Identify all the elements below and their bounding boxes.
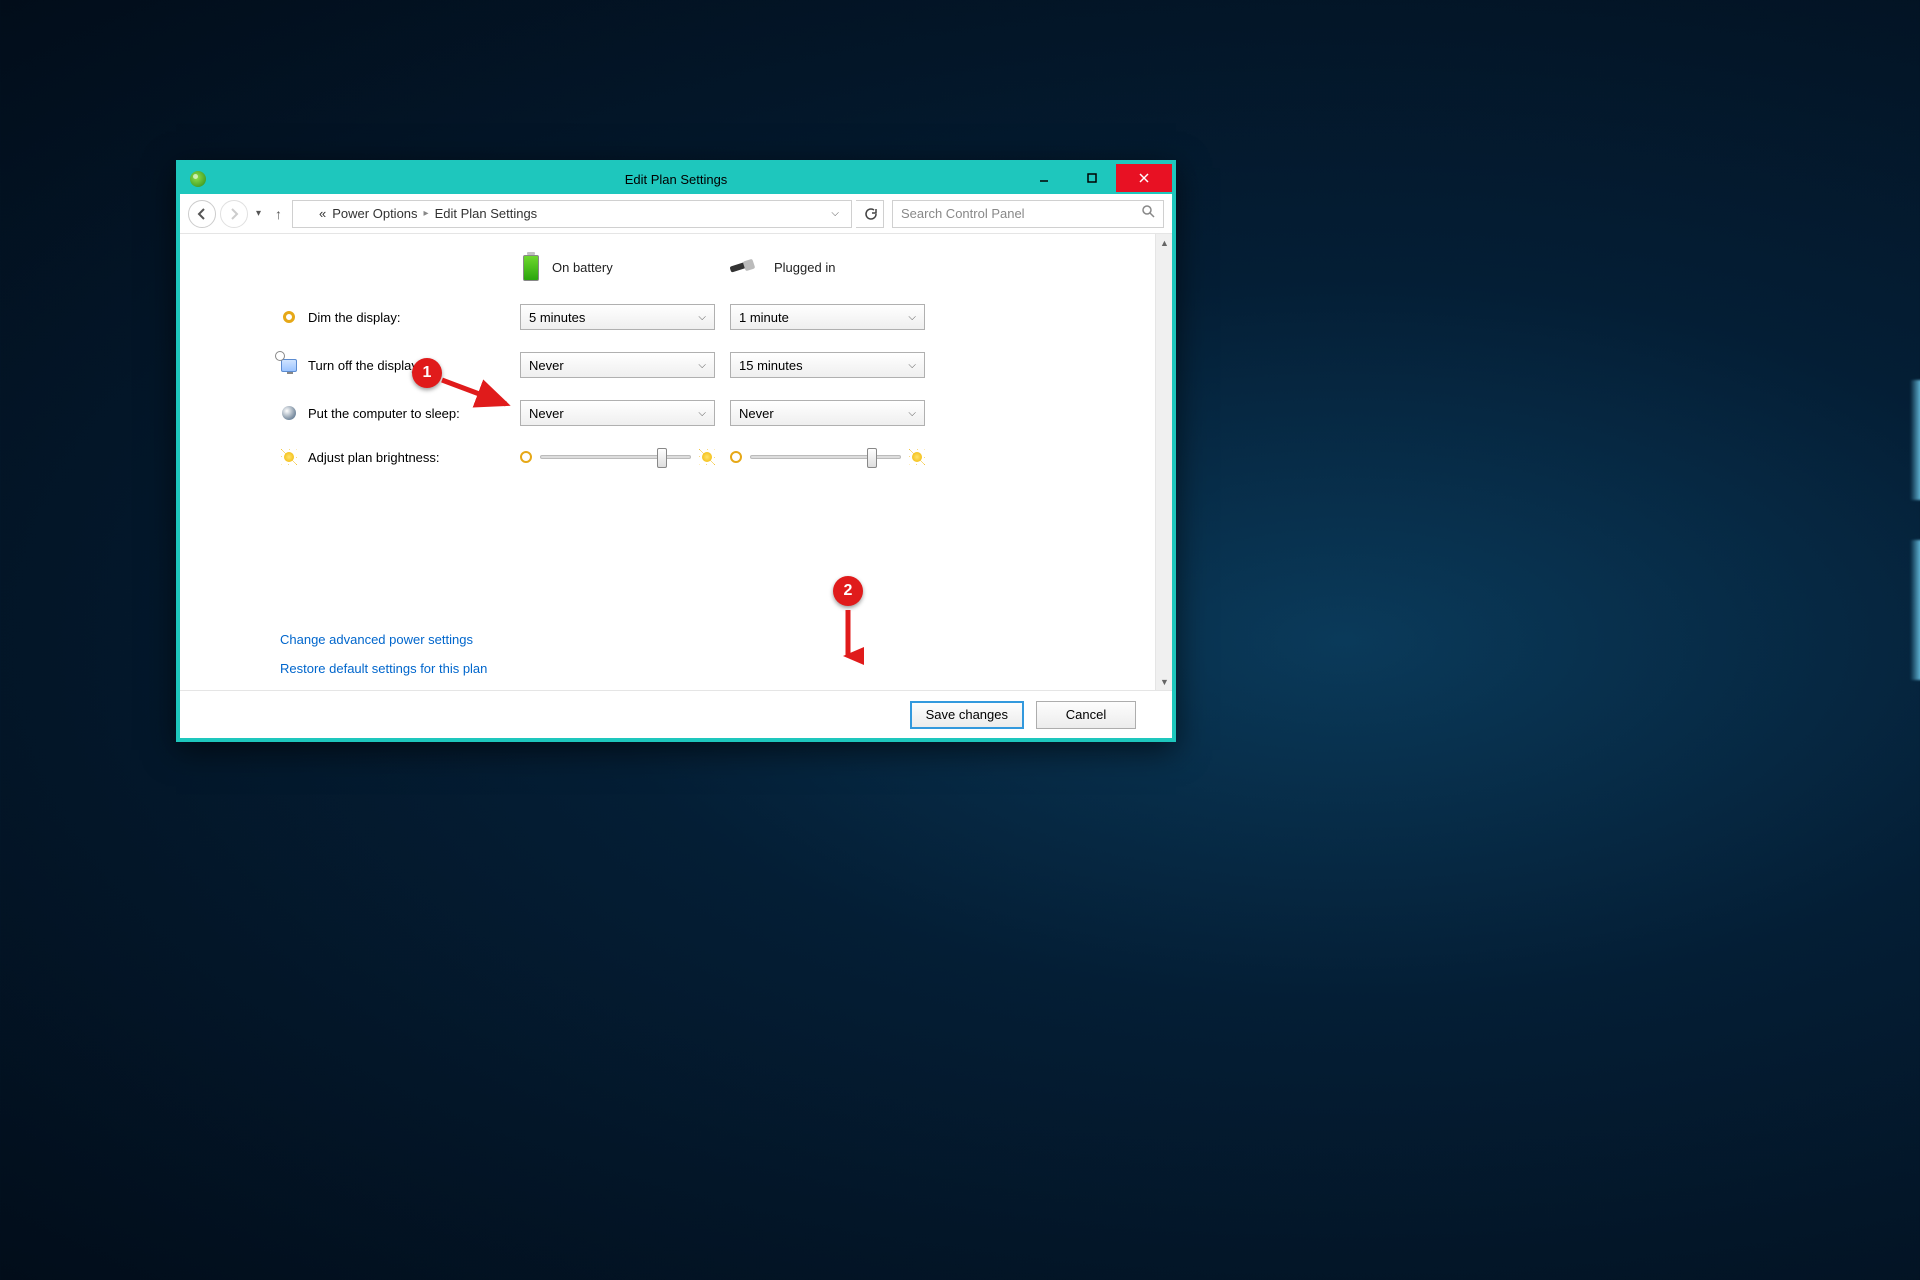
- history-dropdown-icon[interactable]: ▾: [252, 208, 265, 219]
- brightness-label: Adjust plan brightness:: [280, 448, 520, 466]
- vertical-scrollbar[interactable]: ▲ ▼: [1155, 234, 1172, 690]
- up-button[interactable]: ↑: [269, 206, 288, 222]
- edit-plan-settings-window: Edit Plan Settings ▾ ↑ « Power Options: [176, 160, 1176, 742]
- back-button[interactable]: [188, 200, 216, 228]
- chevron-down-icon: ⌵: [698, 408, 706, 419]
- breadcrumb-edit-plan[interactable]: Edit Plan Settings: [435, 206, 538, 221]
- minimize-button[interactable]: [1020, 164, 1068, 192]
- slider-thumb[interactable]: [867, 448, 877, 468]
- bg-light-streak: [1910, 540, 1920, 680]
- brightness-row: Adjust plan brightness:: [280, 448, 1142, 466]
- dim-icon: [280, 308, 298, 326]
- plugged-in-label: Plugged in: [774, 260, 835, 275]
- chevron-down-icon: ⌵: [698, 360, 706, 371]
- annotation-arrow-2: [840, 606, 864, 666]
- on-battery-label: On battery: [552, 260, 613, 275]
- breadcrumb-separator-icon: ▸: [424, 208, 429, 219]
- sleep-row: Put the computer to sleep: Never⌵ Never⌵: [280, 400, 1142, 426]
- dim-display-row: Dim the display: 5 minutes⌵ 1 minute⌵: [280, 304, 1142, 330]
- footer: Save changes Cancel: [180, 690, 1172, 738]
- annotation-badge-2: 2: [833, 576, 863, 606]
- restore-defaults-link[interactable]: Restore default settings for this plan: [280, 661, 487, 676]
- cancel-button[interactable]: Cancel: [1036, 701, 1136, 729]
- maximize-button[interactable]: [1068, 164, 1116, 192]
- sleep-battery-select[interactable]: Never⌵: [520, 400, 715, 426]
- dim-sun-icon: [520, 451, 532, 463]
- turnoff-battery-select[interactable]: Never⌵: [520, 352, 715, 378]
- search-icon: [1141, 204, 1155, 223]
- forward-button[interactable]: [220, 200, 248, 228]
- brightness-plugged-slider[interactable]: [730, 449, 925, 465]
- search-box[interactable]: [892, 200, 1164, 228]
- sun-icon: [280, 448, 298, 466]
- titlebar[interactable]: Edit Plan Settings: [180, 164, 1172, 194]
- turn-off-display-row: Turn off the display: Never⌵ 15 minutes⌵: [280, 352, 1142, 378]
- advanced-settings-link[interactable]: Change advanced power settings: [280, 632, 487, 647]
- location-icon: [299, 207, 313, 221]
- save-changes-button[interactable]: Save changes: [910, 701, 1024, 729]
- annotation-arrow-1: [436, 374, 516, 414]
- column-headers: On battery Plugged in: [280, 252, 1142, 282]
- bright-sun-icon: [909, 449, 925, 465]
- breadcrumb-prefix: «: [319, 206, 326, 221]
- close-button[interactable]: [1116, 164, 1172, 192]
- brightness-battery-slider[interactable]: [520, 449, 715, 465]
- plugged-in-header: Plugged in: [730, 258, 940, 276]
- on-battery-header: On battery: [520, 252, 730, 282]
- refresh-button[interactable]: [856, 200, 884, 228]
- plug-icon: [730, 258, 764, 276]
- turnoff-plugged-select[interactable]: 15 minutes⌵: [730, 352, 925, 378]
- slider-thumb[interactable]: [657, 448, 667, 468]
- dim-battery-select[interactable]: 5 minutes⌵: [520, 304, 715, 330]
- window-buttons: [1020, 164, 1172, 192]
- dim-display-label: Dim the display:: [280, 308, 520, 326]
- turn-off-display-label: Turn off the display:: [280, 356, 520, 374]
- scroll-down-icon[interactable]: ▼: [1156, 673, 1172, 690]
- bright-sun-icon: [699, 449, 715, 465]
- breadcrumb-power-options[interactable]: Power Options: [332, 206, 417, 221]
- slider-track[interactable]: [540, 455, 691, 459]
- search-input[interactable]: [901, 206, 1141, 221]
- address-bar[interactable]: « Power Options ▸ Edit Plan Settings ⌵: [292, 200, 852, 228]
- bg-light-streak: [1910, 380, 1920, 500]
- links-section: Change advanced power settings Restore d…: [280, 632, 487, 676]
- dim-plugged-select[interactable]: 1 minute⌵: [730, 304, 925, 330]
- chevron-down-icon: ⌵: [908, 360, 916, 371]
- battery-icon: [520, 252, 542, 282]
- chevron-down-icon: ⌵: [698, 312, 706, 323]
- scroll-up-icon[interactable]: ▲: [1156, 234, 1172, 251]
- toolbar: ▾ ↑ « Power Options ▸ Edit Plan Settings…: [180, 194, 1172, 234]
- content-area: ▲ ▼ On battery Plugged in Dim the di: [180, 234, 1172, 690]
- sleep-plugged-select[interactable]: Never⌵: [730, 400, 925, 426]
- moon-icon: [280, 404, 298, 422]
- chevron-down-icon: ⌵: [908, 408, 916, 419]
- settings-grid: On battery Plugged in Dim the display: 5…: [280, 252, 1142, 488]
- dim-sun-icon: [730, 451, 742, 463]
- slider-track[interactable]: [750, 455, 901, 459]
- chevron-down-icon: ⌵: [908, 312, 916, 323]
- monitor-clock-icon: [280, 356, 298, 374]
- address-dropdown-icon[interactable]: ⌵: [825, 208, 845, 219]
